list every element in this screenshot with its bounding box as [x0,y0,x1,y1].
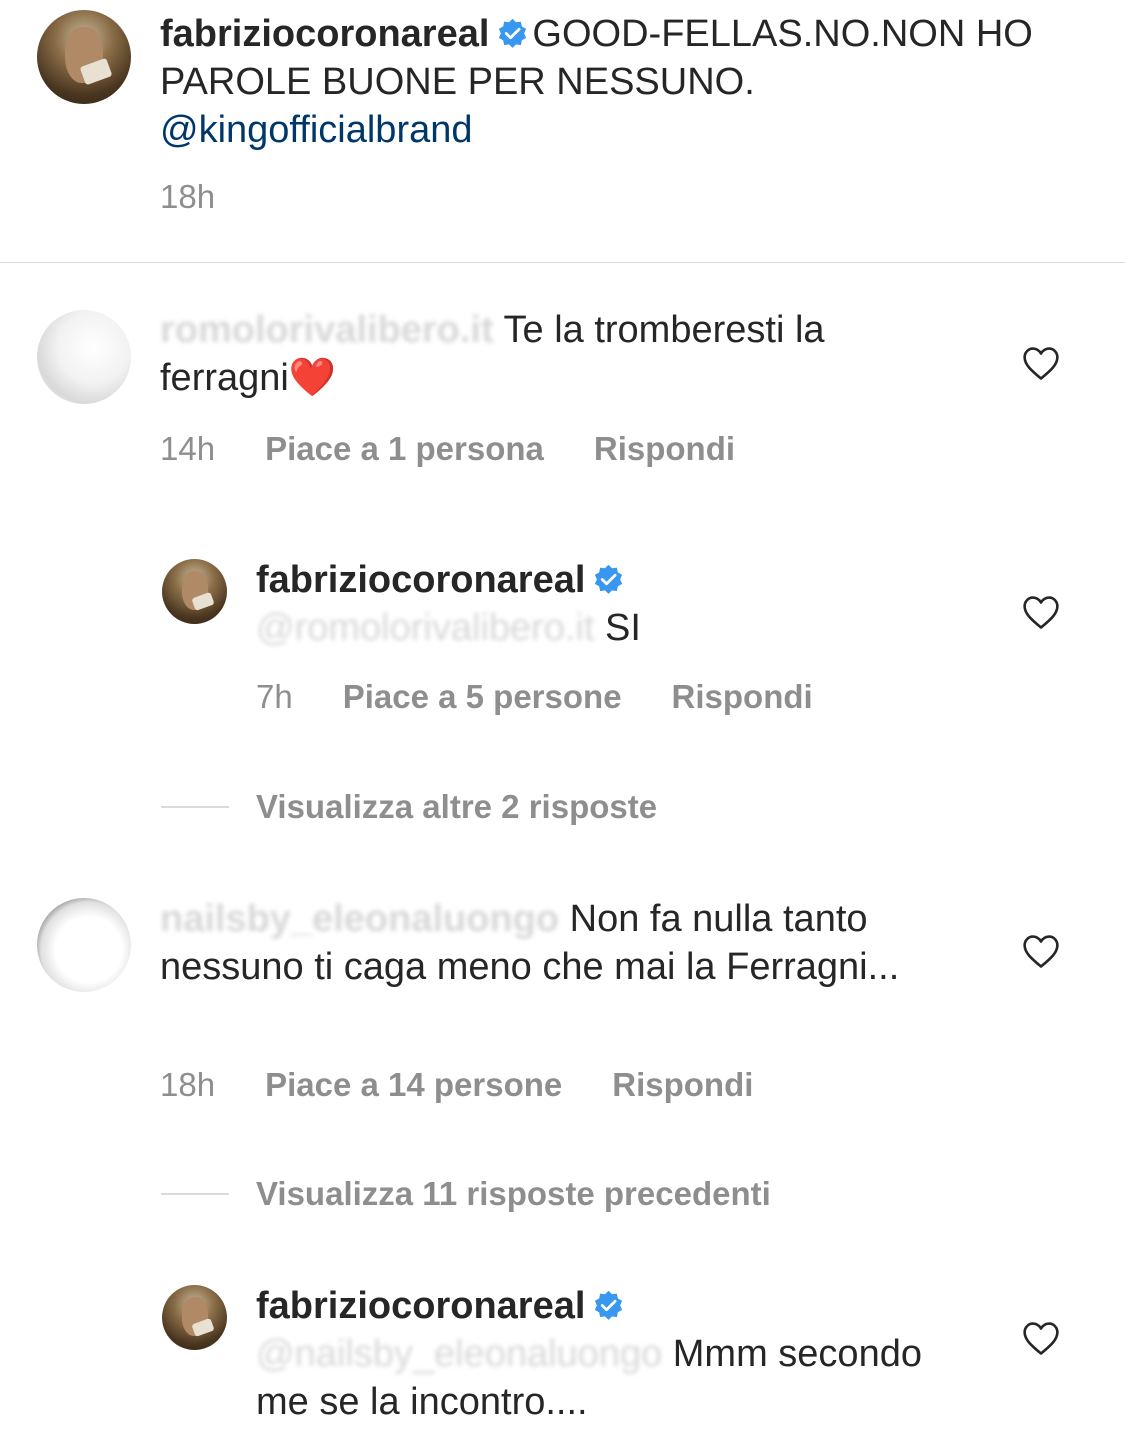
reply-mention[interactable]: @nailsby_eleonaluongo [256,1333,662,1375]
divider [0,262,1125,263]
reply-mention[interactable]: @romolorivalibero.it [256,607,594,649]
heart-emoji: ❤️ [288,357,337,399]
caption-username[interactable]: fabriziocoronareal [160,13,489,55]
thread-line [161,1193,229,1195]
verified-badge-icon [499,18,527,48]
reply-button[interactable]: Rispondi [672,678,813,715]
reply-button[interactable]: Rispondi [594,430,735,467]
reply-body: fabriziocoronareal @romolorivalibero.it … [256,556,976,652]
comment-likes[interactable]: Piace a 1 persona [265,430,544,467]
view-replies-button[interactable]: Visualizza altre 2 risposte [256,788,657,826]
view-replies-button[interactable]: Visualizza 11 risposte precedenti [256,1175,771,1213]
comment-body: romolorivalibero.it Te la tromberesti la… [160,306,940,402]
reply-button[interactable]: Rispondi [612,1066,753,1103]
comment-username[interactable]: nailsby_eleonaluongo [160,898,559,940]
comment-meta: 14h Piace a 1 persona Rispondi [160,430,785,468]
comment-meta: 18h Piace a 14 persone Rispondi [160,1066,803,1104]
comment-time: 14h [160,430,216,467]
comment-username[interactable]: romolorivalibero.it [160,309,494,351]
reply-time: 7h [256,678,293,715]
reply-body: fabriziocoronareal @nailsby_eleonaluongo… [256,1282,976,1426]
caption-time: 18h [160,178,216,215]
heart-outline-icon[interactable] [1021,933,1061,969]
post-caption: fabriziocoronareal GOOD-FELLAS.NO.NON HO … [160,10,1090,154]
reply-meta: 7h Piace a 5 persone Rispondi [256,678,863,716]
reply-username[interactable]: fabriziocoronareal [256,1285,585,1327]
thread-line [161,806,229,808]
comment-time: 18h [160,1066,216,1103]
reply-avatar[interactable] [162,1285,227,1350]
reply-text: SI [605,607,641,649]
caption-mention[interactable]: @kingofficialbrand [160,109,473,151]
reply-avatar[interactable] [162,559,227,624]
heart-outline-icon[interactable] [1021,1320,1061,1356]
comment-avatar[interactable] [37,898,131,992]
verified-badge-icon [595,564,623,594]
verified-badge-icon [595,1290,623,1320]
reply-username[interactable]: fabriziocoronareal [256,559,585,601]
comment-likes[interactable]: Piace a 14 persone [265,1066,562,1103]
heart-outline-icon[interactable] [1021,594,1061,630]
comment-avatar[interactable] [37,310,131,404]
reply-likes[interactable]: Piace a 5 persone [343,678,622,715]
comment-body: nailsby_eleonaluongo Non fa nulla tanto … [160,895,950,991]
heart-outline-icon[interactable] [1021,345,1061,381]
caption-avatar[interactable] [37,10,131,104]
